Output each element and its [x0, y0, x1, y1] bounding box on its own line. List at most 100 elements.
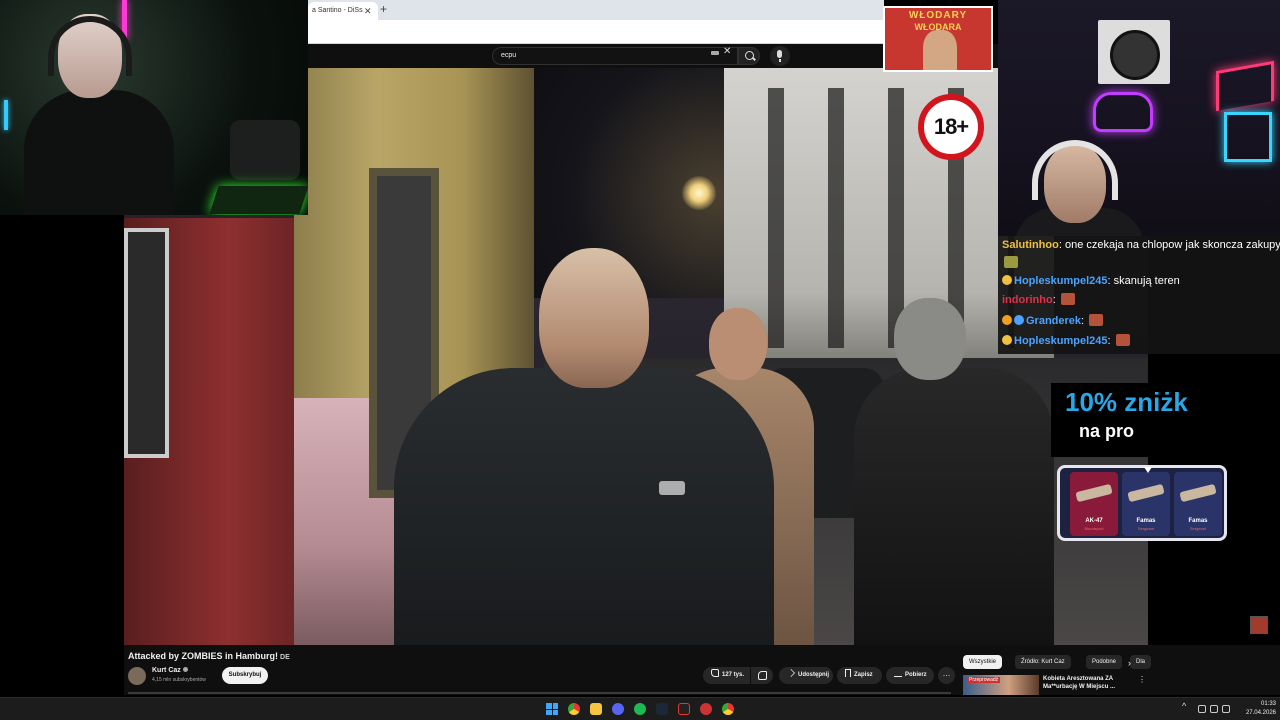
mic-tray-icon[interactable] — [1198, 705, 1206, 713]
browser-tab[interactable]: a Santino - DiSs ✕ — [308, 2, 378, 20]
badge-icon — [1002, 315, 1012, 325]
chat-message: Hopleskumpel245: — [1002, 334, 1130, 347]
subscriber-count: 4,15 mln subskrybentów — [152, 677, 206, 683]
jacket-logo — [659, 481, 685, 495]
chip-similar[interactable]: Podobne — [1086, 655, 1123, 669]
volume-icon[interactable] — [1222, 705, 1230, 713]
promo-headline: 10% zniżk — [1065, 387, 1188, 417]
headphones — [1032, 140, 1118, 200]
rifle-icon — [1179, 483, 1217, 503]
video-info-bar: Attacked by ZOMBIES in Hamburg! DE Kurt C… — [124, 645, 1280, 695]
stream-screen: 18+ a Santino - DiSs ✕ + ecpu ✕ WŁODARY … — [0, 0, 1280, 720]
chat-message: Hopleskumpel245: skanują teren — [1002, 275, 1180, 287]
badge-icon — [1002, 275, 1012, 285]
obs-icon[interactable] — [700, 703, 712, 715]
download-button[interactable]: Pobierz — [886, 667, 934, 684]
scroll-progress — [128, 692, 951, 694]
search-icon[interactable] — [738, 47, 760, 65]
recommended-title[interactable]: Kobieta Aresztowana ZA Ma**urbację W Mie… — [1043, 675, 1123, 691]
share-button[interactable]: Udostępnij — [779, 667, 833, 684]
steam-icon[interactable] — [656, 703, 668, 715]
clear-search-icon[interactable]: ✕ — [723, 46, 731, 57]
neon-cyan-sign — [1224, 112, 1272, 162]
dislike-button[interactable] — [751, 667, 773, 684]
age-rating-badge: 18+ — [918, 94, 984, 160]
chat-text: skanują teren — [1113, 275, 1180, 287]
badge-icon — [1014, 315, 1024, 325]
system-clock[interactable]: 01:33 27.04.2026 — [1238, 700, 1276, 718]
case-item: Famas Sergeant — [1174, 472, 1222, 536]
chat-message: Granderek: — [1002, 314, 1104, 327]
chip-all[interactable]: Wszystkie — [963, 655, 1002, 669]
chip-source[interactable]: Źródło: Kurt Caz — [1015, 655, 1071, 669]
chrome-icon[interactable] — [568, 703, 580, 715]
channel-name[interactable]: Kurt Caz — [152, 667, 188, 674]
network-icon[interactable] — [1210, 705, 1218, 713]
promo-subline: na pro — [1079, 421, 1135, 441]
framed-record — [1098, 20, 1170, 84]
spotify-icon[interactable] — [634, 703, 646, 715]
case-item-name: Famas — [1136, 518, 1156, 524]
keyboard-icon[interactable] — [711, 51, 719, 55]
folder-icon[interactable] — [590, 703, 602, 715]
neon-panther-sign — [1093, 92, 1153, 132]
chat-message: Salutinhoo: one czekaja na chlopow jak s… — [1002, 239, 1280, 251]
kebab-menu-icon[interactable]: ⋮ — [1138, 675, 1146, 684]
chat-emote-line — [1002, 256, 1018, 269]
webcam-left — [0, 0, 308, 215]
promo-overlay: 10% zniżk na pro — [1051, 383, 1231, 457]
browser-tabbar: a Santino - DiSs ✕ + — [308, 0, 884, 20]
share-icon — [787, 669, 795, 677]
stream-chat: Salutinhoo: one czekaja na chlopow jak s… — [998, 236, 1280, 354]
share-label: Udostępnij — [798, 672, 829, 678]
case-item-name: AK-47 — [1085, 518, 1103, 524]
save-button[interactable]: Zapisz — [837, 667, 882, 684]
chat-username: Granderek — [1026, 315, 1082, 327]
channel-avatar[interactable] — [128, 667, 146, 685]
chevron-right-icon[interactable]: › — [1128, 658, 1131, 668]
search-input[interactable]: ecpu — [492, 47, 738, 65]
video-flag: DE — [280, 654, 290, 661]
chevron-up-icon[interactable]: ^ — [1182, 701, 1186, 711]
rifle-icon — [1127, 483, 1165, 503]
start-icon[interactable] — [546, 703, 558, 715]
wlodary-banner: WŁODARY WŁODARA — [883, 6, 993, 72]
chrome-icon-2[interactable] — [722, 703, 734, 715]
like-button[interactable]: 127 tys. — [703, 667, 750, 684]
video-title: Attacked by ZOMBIES in Hamburg! DE — [128, 651, 290, 661]
browser-bookmarks-bar — [308, 20, 884, 44]
thumbs-up-icon — [711, 669, 719, 677]
banner-figure — [923, 30, 957, 70]
new-tab-icon[interactable]: + — [380, 2, 387, 16]
roulette-pointer-icon — [1144, 467, 1152, 473]
channel-name-text[interactable]: Kurt Caz — [152, 667, 181, 674]
chip-for-you[interactable]: Dla — [1130, 655, 1152, 669]
tab-title: a Santino - DiSs — [312, 7, 363, 14]
street-light — [682, 176, 716, 210]
rgb-keyboard — [209, 186, 308, 214]
case-item: Famas Sergeant — [1122, 472, 1170, 536]
discord-icon[interactable] — [612, 703, 624, 715]
download-label: Pobierz — [905, 672, 927, 678]
rifle-icon — [1075, 483, 1113, 503]
more-options-icon[interactable]: … — [938, 667, 955, 684]
banner-line1: WŁODARY — [908, 10, 968, 21]
app-icon[interactable] — [678, 703, 690, 715]
case-item-sub: Sergeant — [1137, 526, 1155, 531]
download-icon — [894, 669, 902, 677]
webcam-right — [998, 0, 1280, 236]
emote-icon — [1089, 314, 1104, 326]
chat-username: indorinho — [1002, 294, 1053, 306]
windows-taskbar: ^ 01:33 27.04.2026 — [0, 697, 1280, 720]
emote-icon — [1060, 293, 1075, 305]
close-icon[interactable]: ✕ — [364, 2, 372, 20]
window-left — [124, 228, 169, 458]
chat-username: Hopleskumpel245 — [1014, 275, 1108, 287]
case-roulette: AK-47 Bloodsport Famas Sergeant Famas Se… — [1057, 465, 1227, 541]
recommended-thumbnail[interactable]: Przeprowadź — [963, 675, 1039, 695]
presenter — [374, 238, 794, 645]
subscribe-button[interactable]: Subskrybuj — [222, 667, 268, 684]
verified-icon — [182, 667, 188, 672]
microphone-icon[interactable] — [770, 46, 790, 66]
emote-icon — [1004, 256, 1018, 268]
